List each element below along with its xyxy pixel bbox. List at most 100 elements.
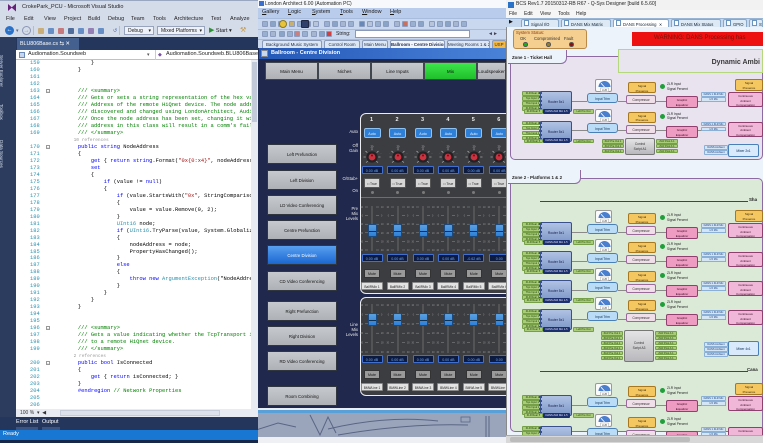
svg-text:40: 40 xyxy=(462,250,465,252)
svg-text:40: 40 xyxy=(386,352,389,354)
svg-text:LUB: LUB xyxy=(602,89,607,92)
svg-text:10: 10 xyxy=(411,305,414,307)
svg-text:40: 40 xyxy=(462,352,465,354)
svg-text:-: - xyxy=(414,153,415,155)
svg-text:-: - xyxy=(490,153,491,155)
svg-text:LUB: LUB xyxy=(602,249,607,252)
svg-text:0: 0 xyxy=(362,216,364,218)
svg-text:0: 0 xyxy=(432,314,434,316)
svg-text:20: 20 xyxy=(386,233,389,235)
svg-text:-: - xyxy=(381,153,382,155)
svg-text:10: 10 xyxy=(437,324,440,326)
svg-text:40: 40 xyxy=(488,250,491,252)
svg-text:LUB: LUB xyxy=(602,220,607,223)
svg-text:10: 10 xyxy=(386,305,389,307)
svg-text:30: 30 xyxy=(488,241,491,243)
svg-text:10: 10 xyxy=(437,207,440,209)
svg-text:40: 40 xyxy=(360,250,363,252)
svg-text:30: 30 xyxy=(411,241,414,243)
svg-text:20: 20 xyxy=(488,333,491,335)
svg-text:30: 30 xyxy=(360,241,363,243)
svg-text:30: 30 xyxy=(462,343,465,345)
svg-text:-: - xyxy=(439,153,440,155)
svg-text:10: 10 xyxy=(462,305,465,307)
svg-text:10: 10 xyxy=(411,224,414,226)
svg-text:30: 30 xyxy=(437,343,440,345)
svg-text:10: 10 xyxy=(411,207,414,209)
svg-text:30: 30 xyxy=(386,241,389,243)
svg-text:10: 10 xyxy=(386,224,389,226)
svg-text:10: 10 xyxy=(437,224,440,226)
svg-text:0: 0 xyxy=(464,216,466,218)
svg-text:20: 20 xyxy=(488,233,491,235)
svg-text:40: 40 xyxy=(488,352,491,354)
svg-text:LUB: LUB xyxy=(602,278,607,281)
svg-text:40: 40 xyxy=(411,352,414,354)
svg-text:0: 0 xyxy=(457,314,459,316)
svg-text:0: 0 xyxy=(387,216,389,218)
svg-text:30: 30 xyxy=(488,343,491,345)
svg-text:20: 20 xyxy=(411,233,414,235)
svg-text:10: 10 xyxy=(360,224,363,226)
svg-text:20: 20 xyxy=(437,333,440,335)
svg-text:0: 0 xyxy=(413,216,415,218)
svg-text:10: 10 xyxy=(488,305,491,307)
svg-text:10: 10 xyxy=(386,324,389,326)
svg-text:20: 20 xyxy=(447,145,450,148)
svg-text:-: - xyxy=(406,153,407,155)
svg-text:40: 40 xyxy=(437,250,440,252)
svg-text:0: 0 xyxy=(407,314,409,316)
svg-text:-: - xyxy=(482,153,483,155)
svg-text:0: 0 xyxy=(457,216,459,218)
svg-text:0: 0 xyxy=(413,314,415,316)
svg-text:30: 30 xyxy=(386,343,389,345)
svg-text:0: 0 xyxy=(464,314,466,316)
svg-text:10: 10 xyxy=(411,324,414,326)
svg-text:20: 20 xyxy=(462,333,465,335)
svg-text:20: 20 xyxy=(360,233,363,235)
svg-text:10: 10 xyxy=(360,207,363,209)
svg-text:0: 0 xyxy=(432,216,434,218)
svg-text:0: 0 xyxy=(483,216,485,218)
svg-text:LUB: LUB xyxy=(602,119,607,122)
svg-text:-: - xyxy=(363,153,364,155)
svg-text:0: 0 xyxy=(489,216,491,218)
svg-text:40: 40 xyxy=(360,352,363,354)
svg-text:0: 0 xyxy=(483,314,485,316)
svg-text:30: 30 xyxy=(462,241,465,243)
svg-text:30: 30 xyxy=(360,343,363,345)
svg-text:40: 40 xyxy=(437,352,440,354)
svg-text:-: - xyxy=(432,153,433,155)
svg-text:20: 20 xyxy=(396,145,399,148)
svg-text:10: 10 xyxy=(488,207,491,209)
svg-text:0: 0 xyxy=(407,216,409,218)
svg-text:30: 30 xyxy=(411,343,414,345)
svg-text:20: 20 xyxy=(422,145,425,148)
svg-text:10: 10 xyxy=(462,324,465,326)
svg-text:0: 0 xyxy=(381,314,383,316)
svg-text:40: 40 xyxy=(411,250,414,252)
svg-text:10: 10 xyxy=(488,224,491,226)
svg-text:0: 0 xyxy=(489,314,491,316)
svg-text:20: 20 xyxy=(472,145,475,148)
svg-text:20: 20 xyxy=(437,233,440,235)
svg-text:0: 0 xyxy=(381,216,383,218)
svg-text:30: 30 xyxy=(437,241,440,243)
svg-text:20: 20 xyxy=(498,145,501,148)
svg-text:10: 10 xyxy=(488,324,491,326)
svg-text:-: - xyxy=(388,153,389,155)
svg-text:10: 10 xyxy=(437,305,440,307)
svg-text:20: 20 xyxy=(371,145,374,148)
svg-text:10: 10 xyxy=(462,207,465,209)
svg-text:0: 0 xyxy=(438,314,440,316)
svg-text:0: 0 xyxy=(362,314,364,316)
svg-text:LUB: LUB xyxy=(602,307,607,310)
svg-text:-: - xyxy=(457,153,458,155)
svg-text:-: - xyxy=(465,153,466,155)
svg-text:10: 10 xyxy=(360,305,363,307)
svg-text:20: 20 xyxy=(462,233,465,235)
svg-text:10: 10 xyxy=(360,324,363,326)
svg-text:0: 0 xyxy=(438,216,440,218)
svg-text:20: 20 xyxy=(386,333,389,335)
svg-text:0: 0 xyxy=(387,314,389,316)
